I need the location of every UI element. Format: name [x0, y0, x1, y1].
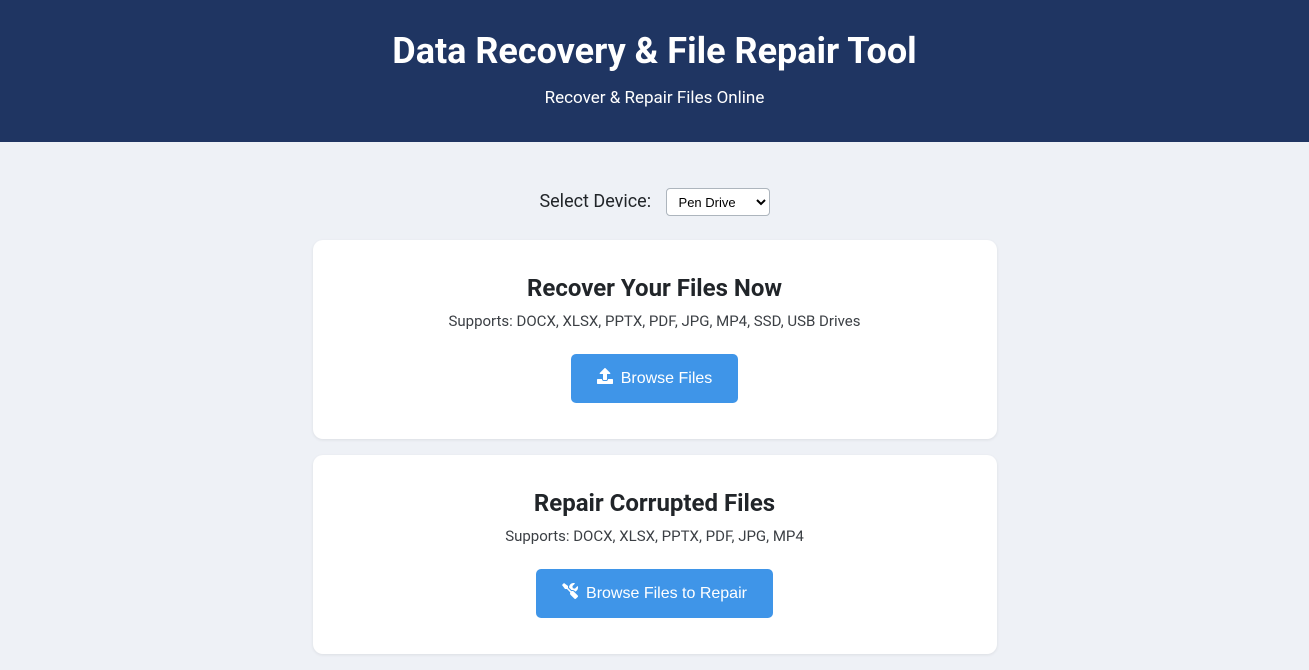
upload-icon [597, 368, 613, 389]
repair-heading: Repair Corrupted Files [337, 489, 973, 517]
page-subtitle: Recover & Repair Files Online [20, 88, 1289, 108]
page-title: Data Recovery & File Repair Tool [20, 30, 1289, 72]
device-select[interactable]: Pen Drive [666, 188, 770, 216]
device-label: Select Device: [539, 191, 651, 212]
tools-icon [562, 583, 578, 604]
device-controls: Select Device: Pen Drive [0, 142, 1309, 240]
recover-heading: Recover Your Files Now [337, 274, 973, 302]
browse-repair-label: Browse Files to Repair [586, 585, 747, 603]
browse-repair-button[interactable]: Browse Files to Repair [536, 569, 773, 618]
app-header: Data Recovery & File Repair Tool Recover… [0, 0, 1309, 142]
recover-supports: Supports: DOCX, XLSX, PPTX, PDF, JPG, MP… [337, 312, 973, 330]
browse-files-button[interactable]: Browse Files [571, 354, 739, 403]
recover-card: Recover Your Files Now Supports: DOCX, X… [313, 240, 997, 439]
browse-files-label: Browse Files [621, 370, 713, 388]
repair-card: Repair Corrupted Files Supports: DOCX, X… [313, 455, 997, 654]
repair-supports: Supports: DOCX, XLSX, PPTX, PDF, JPG, MP… [337, 527, 973, 545]
